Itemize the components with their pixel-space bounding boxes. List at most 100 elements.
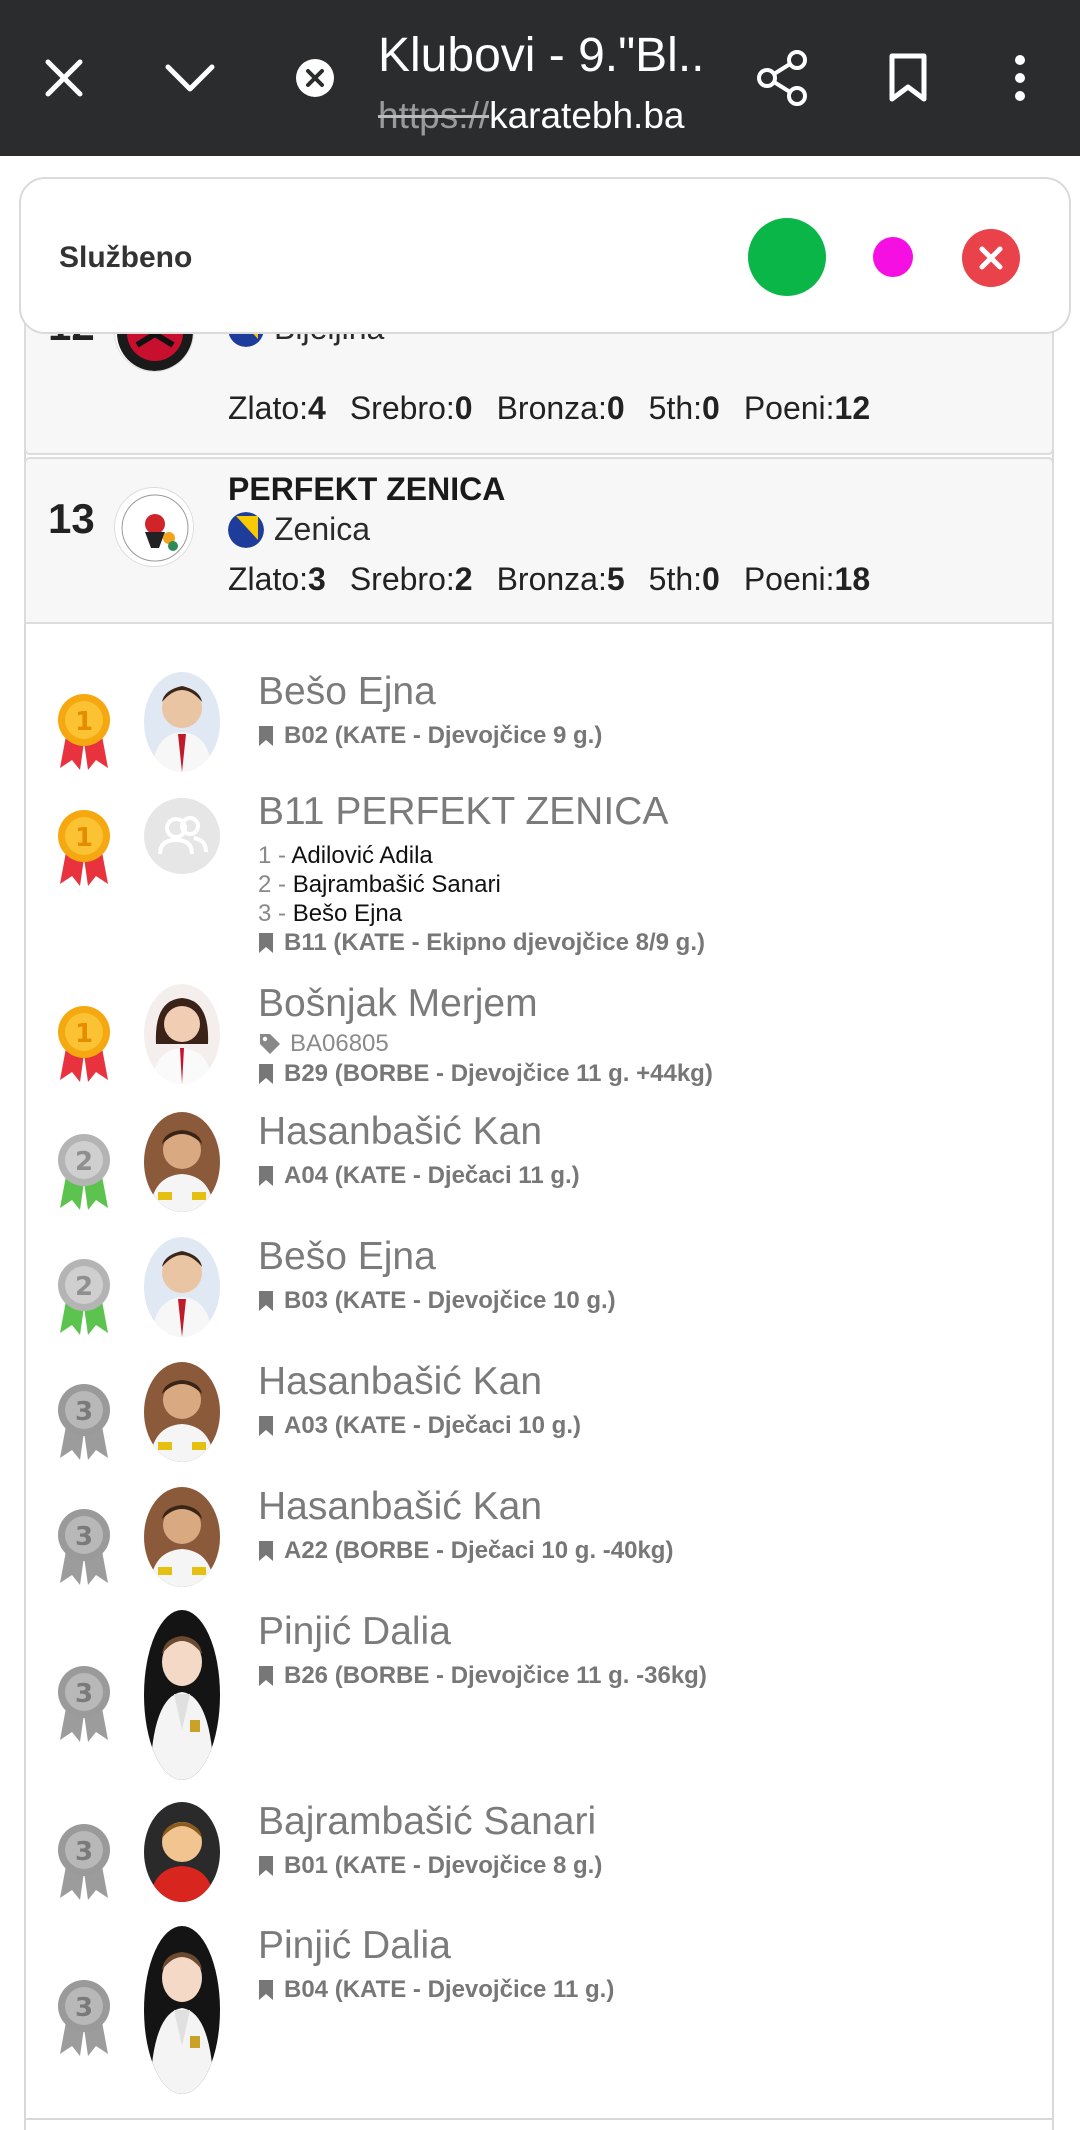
avatar	[144, 1487, 220, 1587]
category-label: B26 (BORBE - Djevojčice 11 g. -36kg)	[258, 1662, 707, 1690]
stat-fifth-value: 0	[702, 390, 720, 426]
team-member: 3 - Bešo Ejna	[258, 900, 402, 928]
bookmark-icon	[259, 1166, 273, 1186]
bookmark-icon	[259, 1416, 273, 1436]
category-label: B02 (KATE - Djevojčice 9 g.)	[258, 722, 602, 750]
stat-fifth-label: 5th:	[648, 390, 703, 426]
athlete-name[interactable]: Hasanbašić Kan	[258, 1360, 542, 1404]
category-text: A22 (BORBE - Dječaci 10 g. -40kg)	[284, 1537, 674, 1564]
svg-text:3: 3	[75, 1522, 93, 1552]
license-tag-text: BA06805	[290, 1030, 389, 1057]
category-text: A04 (KATE - Dječaci 11 g.)	[284, 1162, 580, 1189]
category-label: A03 (KATE - Dječaci 10 g.)	[258, 1412, 581, 1440]
next-club-edge	[24, 2118, 1054, 2130]
close-icon[interactable]	[24, 38, 104, 118]
stat-silver-label: Srebro:	[349, 561, 455, 597]
bookmark-icon[interactable]	[868, 38, 948, 118]
club-stats: Zlato:3 Srebro:2 Bronza:5 5th:0 Poeni:18	[228, 561, 894, 598]
avatar	[144, 1112, 220, 1212]
list-item[interactable]: 3 Bajrambašić Sanari B01 (KATE - Djevojč…	[24, 1798, 1054, 1910]
stat-bronze-value: 5	[606, 561, 625, 597]
list-item[interactable]: 1 Bošnjak Merjem BA06805 B29 (BORBE - Dj…	[24, 980, 1054, 1092]
bronze-medal-icon: 3	[54, 1822, 114, 1902]
club-row-previous[interactable]: 12 Bijeljina Zlato:4Srebro:0Bronza:05th:…	[24, 320, 1054, 455]
athlete-name[interactable]: Pinjić Dalia	[258, 1610, 451, 1654]
stat-gold-label: Zlato:	[228, 390, 309, 426]
status-dot-pink[interactable]	[873, 237, 913, 277]
list-item[interactable]: 2 Hasanbašić Kan A04 (KATE - Dječaci 11 …	[24, 1108, 1054, 1220]
team-member-number: 3 -	[258, 900, 293, 927]
site-info-icon[interactable]	[275, 38, 355, 118]
list-item[interactable]: 3 Pinjić Dalia B26 (BORBE - Djevojčice 1…	[24, 1608, 1054, 1788]
browser-toolbar: Klubovi - 9."Bl... https://karatebh.ba	[0, 0, 1080, 156]
share-icon[interactable]	[743, 38, 823, 118]
list-item[interactable]: 3 Hasanbašić Kan A22 (BORBE - Dječaci 10…	[24, 1483, 1054, 1595]
team-member-number: 2 -	[258, 871, 293, 898]
close-circle-icon[interactable]	[962, 229, 1020, 287]
list-item[interactable]: 3 Hasanbašić Kan A03 (KATE - Dječaci 10 …	[24, 1358, 1054, 1470]
team-member-name: Bešo Ejna	[292, 900, 403, 927]
bookmark-icon	[259, 933, 273, 953]
athlete-name[interactable]: Bajrambašić Sanari	[258, 1800, 596, 1844]
stat-fifth-label: 5th:	[648, 561, 703, 597]
athlete-name[interactable]: Hasanbašić Kan	[258, 1485, 542, 1529]
athlete-name[interactable]: Bešo Ejna	[258, 670, 436, 714]
athlete-name[interactable]: Hasanbašić Kan	[258, 1110, 542, 1154]
category-text: B26 (BORBE - Djevojčice 11 g. -36kg)	[284, 1662, 707, 1689]
bronze-medal-icon: 3	[54, 1664, 114, 1744]
team-member: 1 - Adilović Adila	[258, 842, 433, 870]
team-member: 2 - Bajrambašić Sanari	[258, 871, 501, 899]
avatar	[144, 1237, 220, 1337]
gold-medal-icon: 1	[54, 1004, 114, 1084]
category-label: B04 (KATE - Djevojčice 11 g.)	[258, 1976, 614, 2004]
club-row-perfekt-zenica[interactable]: 13 PERFEKT ZENICA Zenica Zlato:3 Srebro:2…	[24, 457, 1054, 624]
category-label: B01 (KATE - Djevojčice 8 g.)	[258, 1852, 602, 1880]
avatar	[144, 1926, 220, 2094]
category-text: B01 (KATE - Djevojčice 8 g.)	[284, 1852, 603, 1879]
page-title[interactable]: Klubovi - 9."Bl...	[378, 28, 708, 83]
category-text: B02 (KATE - Djevojčice 9 g.)	[284, 722, 603, 749]
svg-text:3: 3	[75, 1679, 93, 1709]
list-item[interactable]: 1 Bešo Ejna B02 (KATE - Djevojčice 9 g.)	[24, 668, 1054, 780]
category-text: B11 (KATE - Ekipno djevojčice 8/9 g.)	[284, 929, 705, 956]
gold-medal-icon: 1	[54, 808, 114, 888]
bookmark-icon	[259, 1064, 273, 1084]
team-member-number: 1 -	[258, 842, 292, 869]
category-text: B29 (BORBE - Djevojčice 11 g. +44kg)	[284, 1060, 713, 1087]
silver-medal-icon: 2	[54, 1257, 114, 1337]
stat-silver-label: Srebro:	[349, 390, 455, 426]
stat-bronze-label: Bronza:	[496, 390, 607, 426]
club-city: Zenica	[228, 511, 370, 548]
category-label: B03 (KATE - Djevojčice 10 g.)	[258, 1287, 616, 1315]
club-stats: Zlato:4 Srebro:0 Bronza:0 5th:0 Poeni:12	[228, 390, 894, 427]
bookmark-icon	[259, 1980, 273, 2000]
page-url[interactable]: https://karatebh.ba	[378, 95, 685, 137]
athlete-name[interactable]: Pinjić Dalia	[258, 1924, 451, 1968]
list-item[interactable]: 1 B11 PERFEKT ZENICA 1 - Adilović Adila …	[24, 788, 1054, 960]
svg-text:3: 3	[75, 1837, 93, 1867]
more-vert-icon[interactable]	[980, 38, 1060, 118]
license-tag: BA06805	[258, 1030, 389, 1058]
url-protocol: https://	[378, 95, 490, 136]
team-avatar-icon	[144, 798, 220, 874]
list-item[interactable]: 2 Bešo Ejna B03 (KATE - Djevojčice 10 g.…	[24, 1233, 1054, 1345]
avatar	[144, 1802, 220, 1902]
category-text: A03 (KATE - Dječaci 10 g.)	[284, 1412, 581, 1439]
team-member-name: Bajrambašić Sanari	[292, 871, 501, 898]
list-item[interactable]: 3 Pinjić Dalia B04 (KATE - Djevojčice 11…	[24, 1922, 1054, 2102]
bookmark-icon	[259, 1541, 273, 1561]
team-name[interactable]: B11 PERFEKT ZENICA	[258, 790, 668, 834]
athlete-name[interactable]: Bošnjak Merjem	[258, 982, 538, 1026]
status-dot-green[interactable]	[748, 218, 826, 296]
club-rank: 13	[48, 495, 95, 542]
stat-points-value: 12	[834, 390, 871, 426]
svg-text:3: 3	[75, 1397, 93, 1427]
bronze-medal-icon: 3	[54, 1382, 114, 1462]
category-label: A04 (KATE - Dječaci 11 g.)	[258, 1162, 580, 1190]
club-name: PERFEKT ZENICA	[228, 471, 506, 507]
athlete-name[interactable]: Bešo Ejna	[258, 1235, 436, 1279]
silver-medal-icon: 2	[54, 1132, 114, 1212]
club-logo	[114, 487, 194, 567]
chevron-down-icon[interactable]	[150, 38, 230, 118]
bronze-medal-icon: 3	[54, 1507, 114, 1587]
